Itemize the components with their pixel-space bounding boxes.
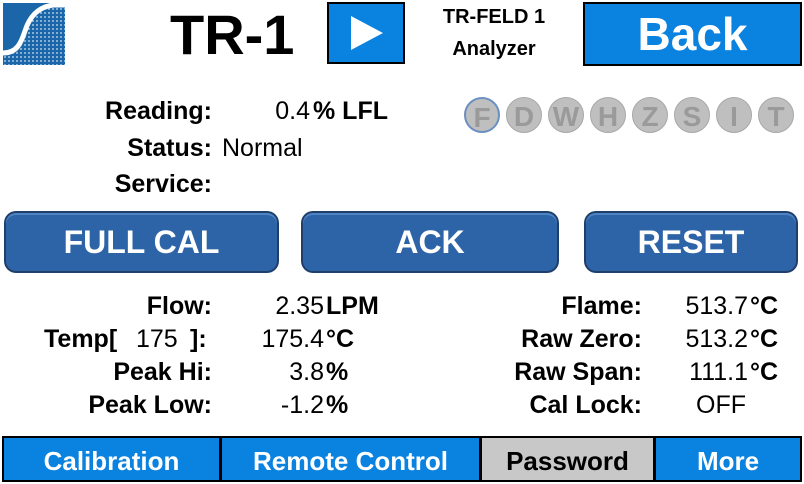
reading-unit: % LFL [313, 97, 388, 125]
flame-label: Flame: [561, 292, 642, 320]
cal-lock-value: OFF [696, 391, 746, 419]
nav-password[interactable]: Password [480, 436, 655, 482]
wave-logo-icon [3, 3, 65, 65]
temp-label-prefix: Temp[ [44, 325, 118, 353]
nav-remote-control[interactable]: Remote Control [220, 436, 481, 482]
raw-span-unit: °C [750, 358, 779, 386]
indicator-z: Z [632, 97, 668, 133]
raw-zero-unit: °C [750, 325, 779, 353]
indicator-i: I [716, 97, 752, 133]
ack-button[interactable]: ACK [303, 213, 557, 271]
play-icon [351, 16, 383, 50]
temp-label-suffix: ]: [190, 325, 207, 353]
temp-unit: °C [326, 325, 355, 353]
peak-low-label: Peak Low: [88, 391, 212, 419]
reading-value: 0.4 [275, 97, 310, 125]
device-name: TR-FELD 1 [442, 6, 546, 28]
temp-setpoint: 175 [136, 325, 178, 353]
nav-calibration[interactable]: Calibration [2, 436, 221, 482]
peak-low-value: -1.2 [280, 391, 324, 419]
flame-unit: °C [750, 292, 779, 320]
full-cal-button[interactable]: FULL CAL [6, 213, 277, 271]
status-value: Normal [222, 134, 303, 162]
play-button[interactable] [327, 2, 405, 64]
reset-button[interactable]: RESET [586, 213, 796, 271]
peak-hi-label: Peak Hi: [113, 358, 212, 386]
indicator-w: W [548, 97, 584, 133]
indicator-f: F [464, 97, 500, 133]
service-label: Service: [114, 170, 212, 198]
flow-label: Flow: [146, 292, 212, 320]
raw-zero-label: Raw Zero: [521, 325, 642, 353]
reading-label: Reading: [105, 97, 212, 125]
peak-hi-value: 3.8 [289, 358, 324, 386]
page-title: TR-1 [170, 3, 295, 66]
raw-zero-value: 513.2 [685, 325, 748, 353]
flame-value: 513.7 [685, 292, 748, 320]
peak-low-unit: % [326, 391, 349, 419]
indicator-s: S [674, 97, 710, 133]
peak-hi-unit: % [326, 358, 349, 386]
device-type: Analyzer [452, 38, 536, 60]
raw-span-value: 111.1 [689, 358, 748, 386]
status-label: Status: [127, 134, 212, 162]
nav-more[interactable]: More [654, 436, 802, 482]
flow-unit: LPM [326, 292, 379, 320]
back-button[interactable]: Back [583, 2, 802, 66]
flow-value: 2.35 [275, 292, 324, 320]
indicator-d: D [506, 97, 542, 133]
temp-value: 175.4 [261, 325, 324, 353]
raw-span-label: Raw Span: [514, 358, 642, 386]
cal-lock-label: Cal Lock: [529, 391, 642, 419]
indicator-h: H [590, 97, 626, 133]
indicator-t: T [758, 97, 794, 133]
